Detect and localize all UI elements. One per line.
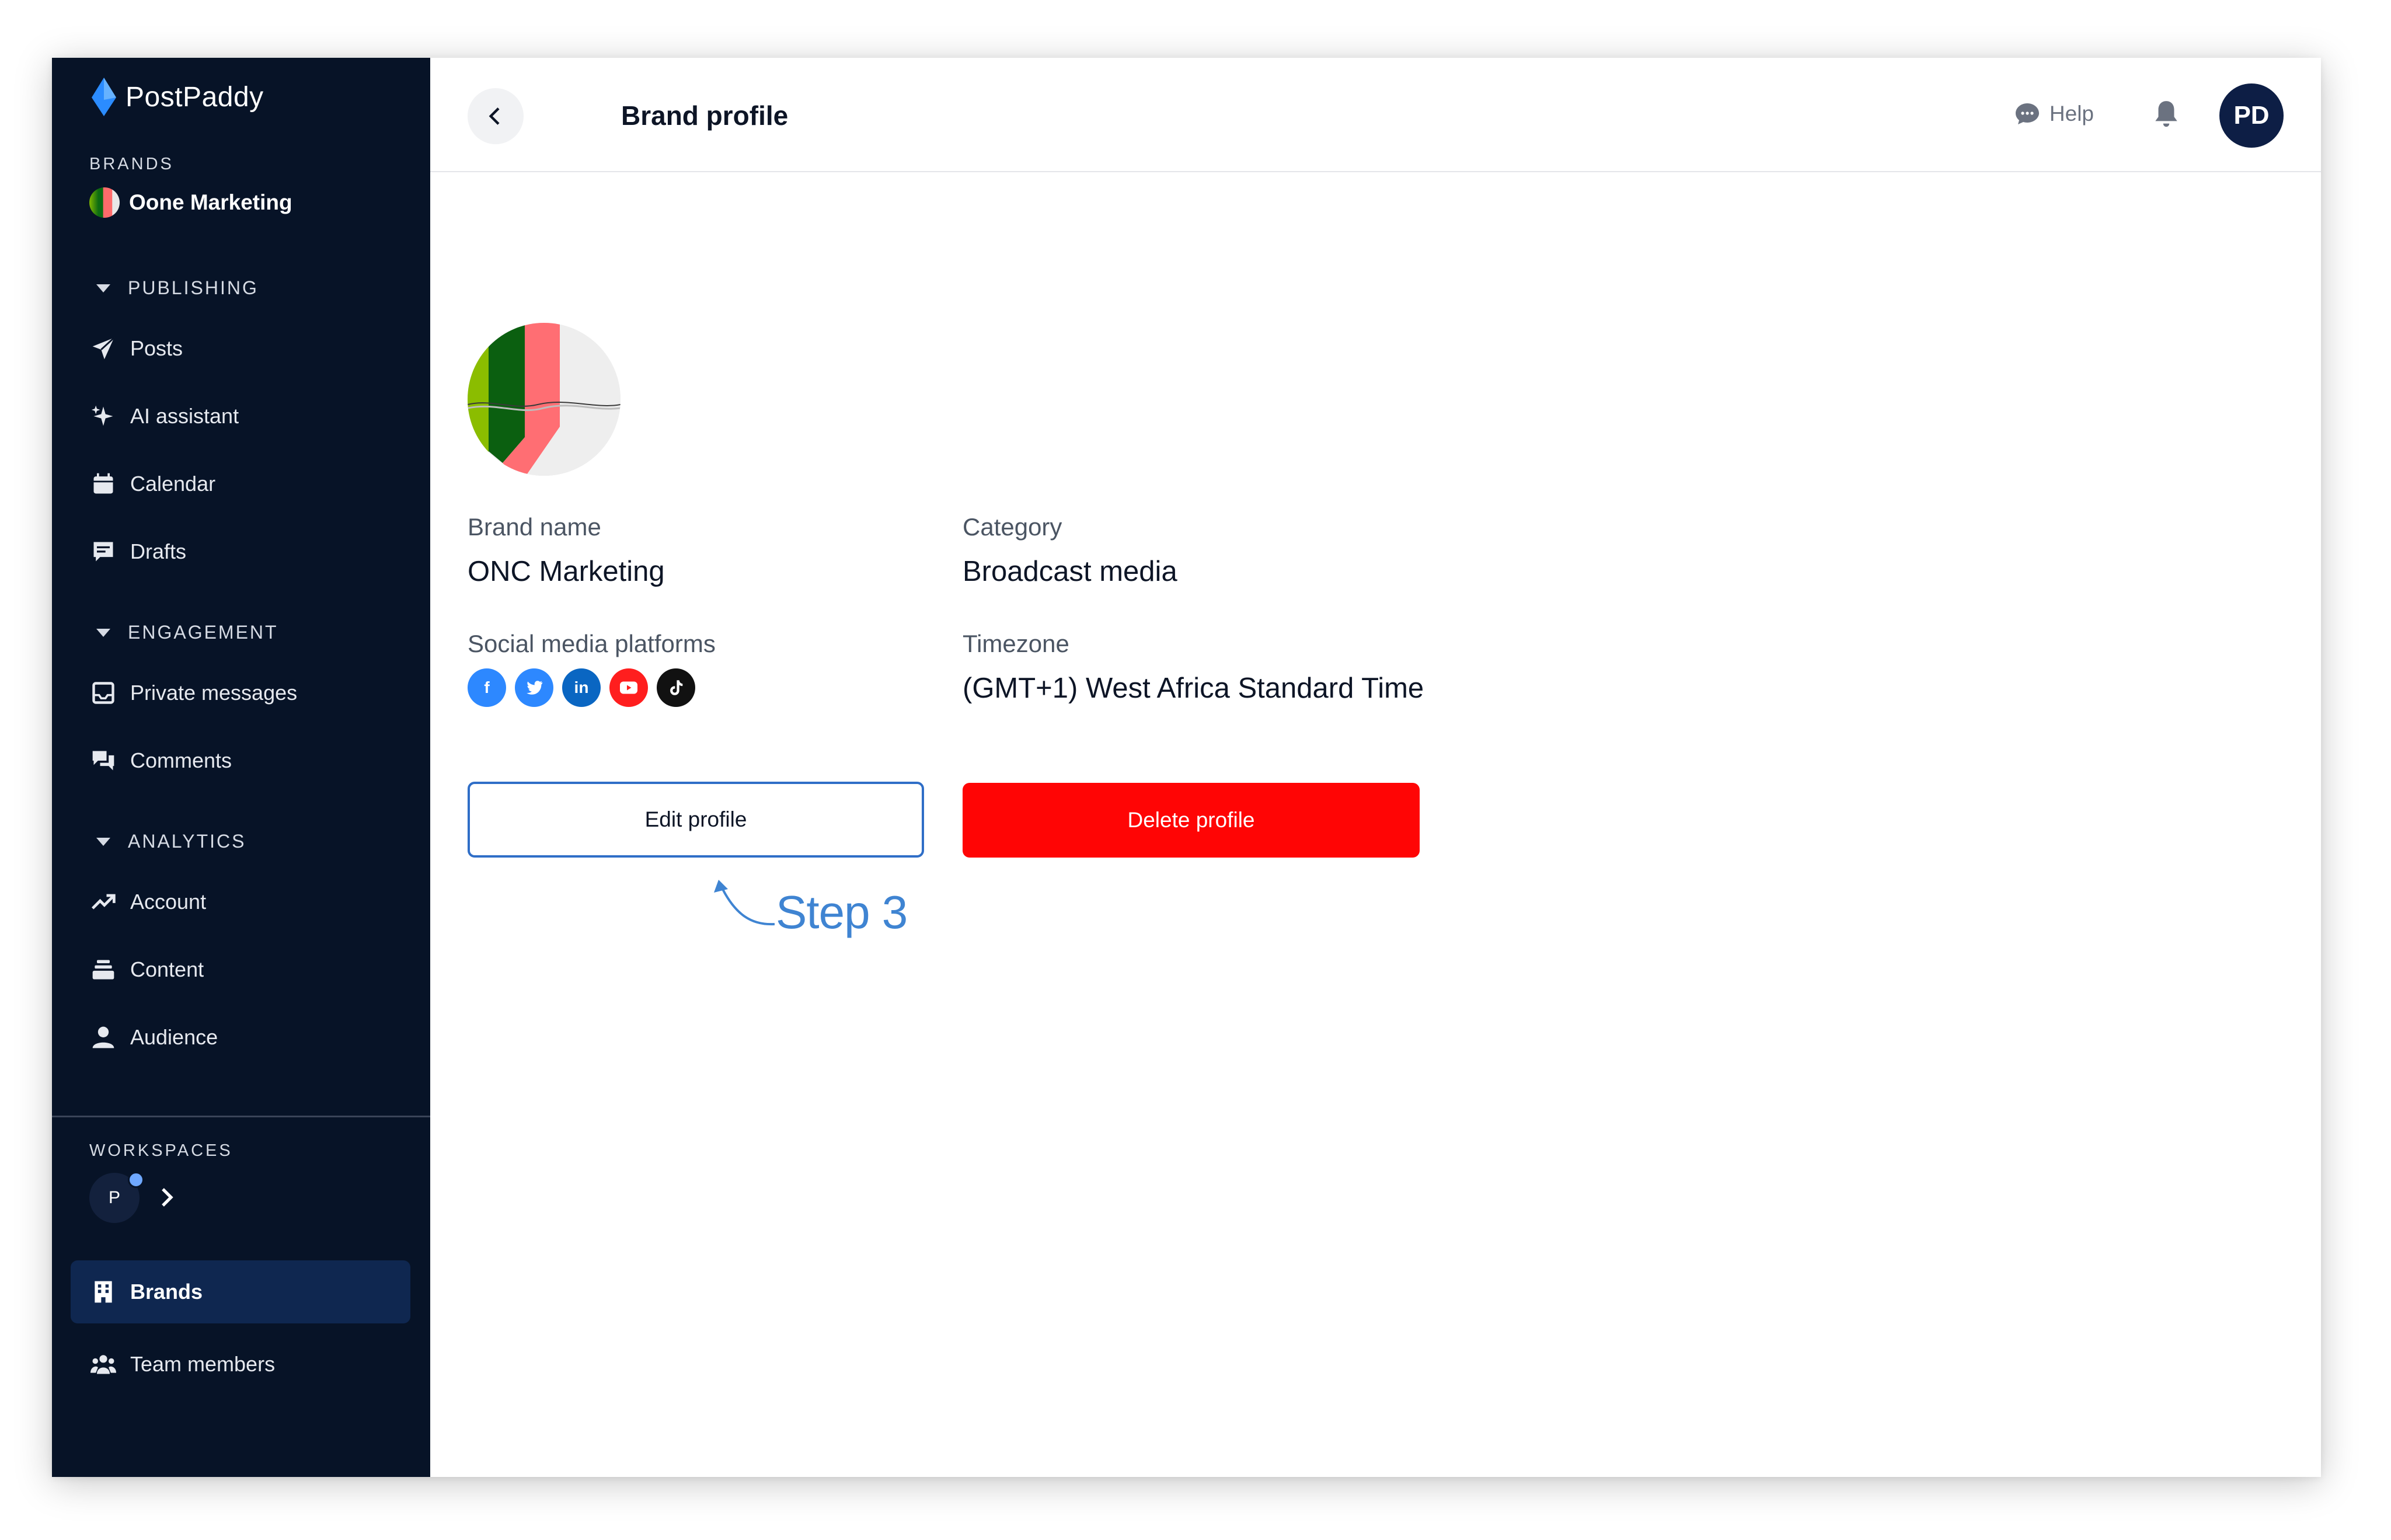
nav-label: Drafts	[130, 539, 187, 563]
postpaddy-logo-icon	[92, 78, 116, 116]
nav-label: Calendar	[130, 472, 216, 496]
social-platforms-label: Social media platforms	[468, 630, 716, 657]
twitter-bird-glyph	[527, 681, 543, 695]
nav-calendar[interactable]: Calendar	[89, 466, 215, 501]
nav-audience[interactable]: Audience	[89, 1020, 218, 1055]
nav-drafts[interactable]: Drafts	[89, 534, 186, 569]
youtube-icon	[609, 668, 648, 707]
workspaces-section-label: WORKSPACES	[89, 1141, 233, 1160]
person-icon	[89, 1023, 117, 1051]
facebook-glyph: f	[484, 678, 490, 696]
group-title: ENGAGEMENT	[128, 622, 278, 643]
nav-label: Account	[130, 890, 207, 914]
brand-flag-image	[468, 323, 621, 476]
group-publishing[interactable]: PUBLISHING	[96, 277, 259, 299]
nav-account[interactable]: Account	[89, 884, 206, 919]
nav-private-messages[interactable]: Private messages	[89, 675, 297, 710]
nav-comments[interactable]: Comments	[89, 743, 232, 778]
sidebar-divider	[52, 1116, 430, 1117]
tiktok-icon	[657, 668, 695, 707]
help-button[interactable]: Help	[2013, 100, 2094, 128]
page-title: Brand profile	[621, 100, 789, 131]
current-brand-name: Oone Marketing	[129, 190, 292, 214]
chat-bubble-icon	[2015, 103, 2039, 124]
calendar-icon	[89, 470, 117, 498]
chevron-right-icon[interactable]	[156, 1183, 179, 1211]
nav-team-members[interactable]: Team members	[89, 1347, 275, 1382]
nav-label: Team members	[130, 1352, 276, 1376]
back-button[interactable]	[468, 88, 524, 144]
workspace-status-dot	[128, 1172, 144, 1188]
inbox-icon	[89, 679, 117, 707]
stack-icon	[89, 956, 117, 984]
tiktok-note-glyph	[670, 680, 683, 695]
team-icon	[89, 1350, 117, 1378]
building-icon	[89, 1278, 117, 1306]
app-name: PostPaddy	[126, 81, 264, 113]
group-title: PUBLISHING	[128, 277, 259, 298]
nav-label: Posts	[130, 336, 183, 360]
nav-label: Brands	[130, 1280, 203, 1304]
nav-label: Content	[130, 957, 204, 981]
facebook-icon: f	[468, 668, 506, 707]
brand-avatar	[89, 187, 120, 218]
caret-down-icon	[96, 837, 110, 846]
edit-profile-button[interactable]: Edit profile	[468, 782, 924, 858]
youtube-play-glyph	[620, 681, 637, 694]
brand-logo-image	[468, 323, 621, 476]
nav-content[interactable]: Content	[89, 952, 204, 987]
help-label: Help	[2049, 102, 2094, 126]
comments-icon	[89, 747, 117, 775]
delete-profile-button[interactable]: Delete profile	[963, 783, 1420, 858]
nav-label: AI assistant	[130, 404, 239, 428]
nav-label: Comments	[130, 748, 232, 772]
social-platforms-list: f in	[468, 668, 704, 707]
nav-ai-assistant[interactable]: AI assistant	[89, 399, 239, 434]
step-annotation: Step 3	[776, 886, 908, 938]
nav-brands[interactable]: Brands	[89, 1274, 203, 1309]
nav-label: Audience	[130, 1025, 218, 1049]
bell-icon[interactable]	[2152, 99, 2181, 130]
user-avatar[interactable]: PD	[2219, 83, 2284, 148]
timezone-value: (GMT+1) West Africa Standard Time	[963, 673, 1424, 704]
category-label: Category	[963, 513, 1062, 541]
chevron-left-icon	[489, 107, 500, 125]
linkedin-icon: in	[562, 668, 601, 707]
nav-label: Private messages	[130, 681, 298, 705]
group-analytics[interactable]: ANALYTICS	[96, 831, 246, 852]
annotation-arrow-icon	[714, 880, 775, 926]
sparkle-icon	[89, 402, 117, 430]
group-engagement[interactable]: ENGAGEMENT	[96, 622, 278, 643]
header-bar: Brand profile Help PD	[430, 58, 2321, 172]
brand-name-label: Brand name	[468, 513, 601, 541]
send-icon	[89, 335, 117, 363]
nav-posts[interactable]: Posts	[89, 331, 183, 366]
category-value: Broadcast media	[963, 556, 1177, 587]
brands-section-label: BRANDS	[89, 155, 174, 173]
caret-down-icon	[96, 628, 110, 637]
app-window: PostPaddy BRANDS Oone Marketing PUBLISHI…	[52, 58, 2321, 1477]
current-brand[interactable]: Oone Marketing	[89, 187, 292, 218]
linkedin-glyph: in	[574, 678, 589, 696]
timezone-label: Timezone	[963, 630, 1069, 657]
caret-down-icon	[96, 284, 110, 292]
twitter-icon	[515, 668, 553, 707]
trend-icon	[89, 888, 117, 916]
brand-name-value: ONC Marketing	[468, 556, 665, 587]
group-title: ANALYTICS	[128, 831, 246, 852]
drafts-icon	[89, 538, 117, 566]
sidebar: PostPaddy BRANDS Oone Marketing PUBLISHI…	[52, 58, 430, 1477]
app-logo[interactable]: PostPaddy	[89, 76, 264, 117]
